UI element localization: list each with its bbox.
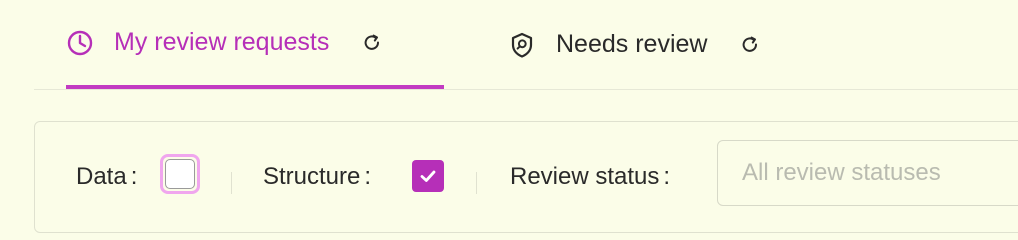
refresh-icon[interactable] [739, 34, 761, 56]
review-status-label: Review status: [510, 163, 671, 190]
refresh-icon[interactable] [361, 32, 383, 54]
checkmark-icon [420, 170, 436, 182]
divider [476, 172, 477, 194]
divider [231, 172, 232, 194]
structure-checkbox[interactable] [412, 160, 444, 192]
tab-label: My review requests [114, 28, 330, 56]
tab-bar: My review requests Needs review [34, 0, 1018, 90]
review-status-placeholder: All review statuses [742, 159, 941, 186]
data-filter-label: Data: [76, 163, 138, 190]
shield-search-icon [508, 31, 536, 59]
tab-needs-review[interactable]: Needs review [508, 0, 798, 89]
data-checkbox[interactable] [160, 154, 200, 194]
data-checkbox-box [165, 159, 195, 189]
review-status-select[interactable]: All review statuses [717, 140, 1018, 206]
tab-label: Needs review [556, 30, 708, 58]
structure-filter-label: Structure: [263, 163, 372, 190]
filter-panel: Data: Structure: Review status: All revi… [34, 121, 1018, 233]
clock-icon [66, 29, 94, 57]
review-page: My review requests Needs review Data: S… [0, 0, 1018, 236]
tab-my-review-requests[interactable]: My review requests [66, 0, 444, 89]
